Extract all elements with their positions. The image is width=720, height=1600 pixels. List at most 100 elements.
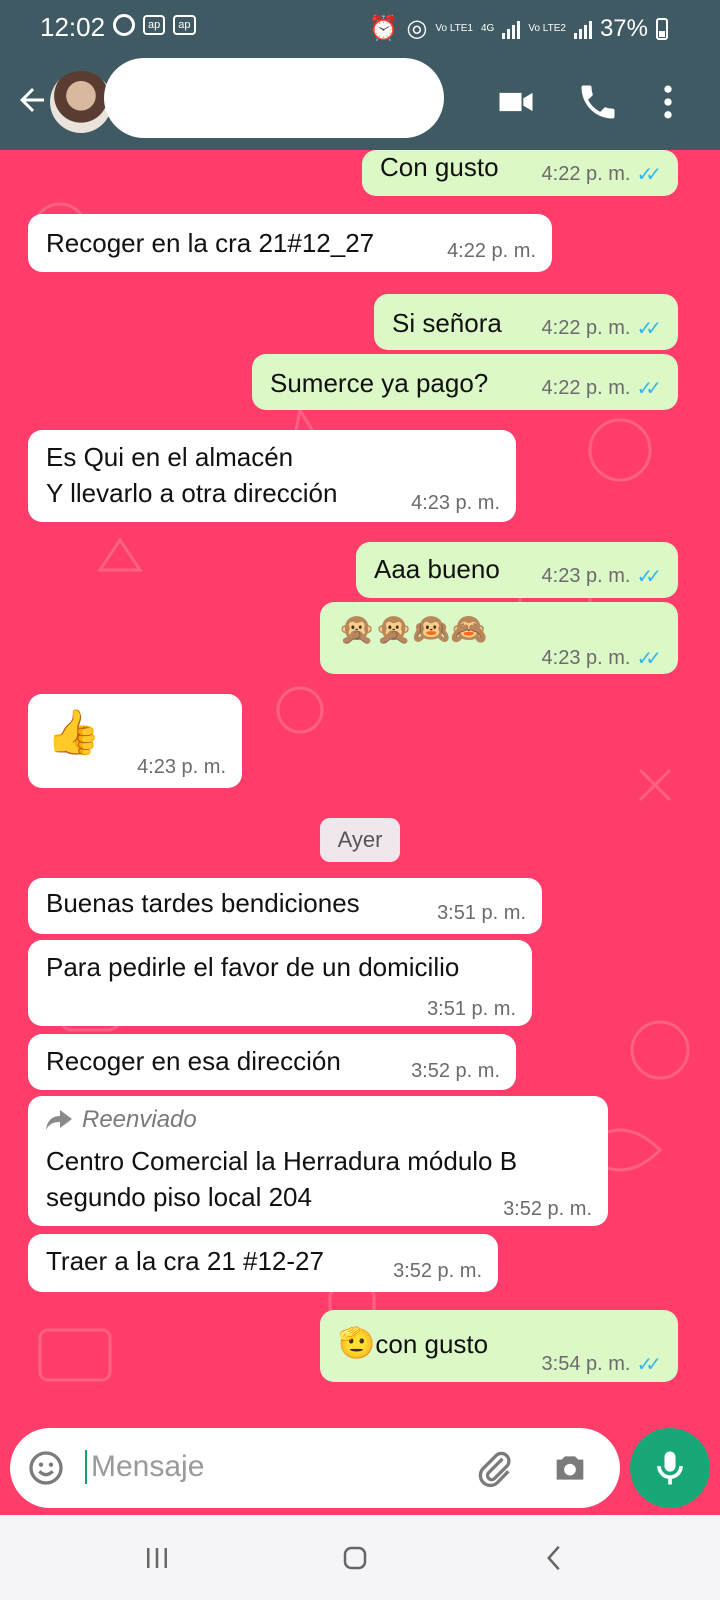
more-vert-icon[interactable] <box>646 80 690 124</box>
message-meta: 3:52 p. m. <box>393 1260 482 1283</box>
message-time: 4:23 p. m. <box>541 647 631 669</box>
system-nav-bar <box>0 1515 720 1600</box>
message-out[interactable]: Si señora 4:22 p. m. ✓✓ <box>374 294 678 350</box>
double-check-icon: ✓✓ <box>636 1354 661 1376</box>
recent-apps-icon[interactable] <box>142 1543 172 1573</box>
double-check-icon: ✓✓ <box>636 318 661 340</box>
message-meta: 3:52 p. m. <box>503 1198 592 1221</box>
message-meta: 4:23 p. m. <box>411 492 500 515</box>
mic-icon <box>657 1451 683 1485</box>
signal-icon <box>502 19 521 39</box>
status-right-icons: ⏰ ◎ Vo LTE1 4G Vo LTE2 37% <box>369 14 668 43</box>
message-time: 3:52 p. m. <box>411 1060 500 1082</box>
message-text: Aaa bueno <box>374 554 500 584</box>
message-in[interactable]: Es Qui en el almacén Y llevarlo a otra d… <box>28 430 516 522</box>
back-arrow-icon[interactable] <box>14 82 50 118</box>
video-call-icon[interactable] <box>494 80 538 124</box>
double-check-icon: ✓✓ <box>636 648 661 670</box>
battery-icon <box>656 17 668 40</box>
salute-emoji: 🫡 <box>338 1327 376 1360</box>
message-in[interactable]: Recoger en esa dirección 3:52 p. m. <box>28 1034 516 1090</box>
date-divider: Ayer <box>320 818 400 862</box>
forwarded-label: Reenviado <box>46 1106 197 1134</box>
message-in[interactable]: Recoger en la cra 21#12_27 4:22 p. m. <box>28 214 552 272</box>
alarm-icon: ⏰ <box>368 15 399 42</box>
double-check-icon: ✓✓ <box>636 378 661 400</box>
message-text: Sumerce ya pago? <box>270 368 489 398</box>
message-meta: 4:23 p. m. ✓✓ <box>542 564 662 589</box>
contact-name-redacted[interactable] <box>104 58 444 138</box>
camera-icon[interactable] <box>550 1448 590 1488</box>
message-text: 🫡con gusto <box>338 1326 488 1361</box>
message-text: Recoger en esa dirección <box>46 1046 341 1076</box>
message-emoji: 🙊🙊🙉🙈 <box>338 613 488 646</box>
double-check-icon: ✓✓ <box>636 164 661 186</box>
message-text: Si señora <box>392 308 502 338</box>
message-out[interactable]: 🫡con gusto 3:54 p. m. ✓✓ <box>320 1310 678 1382</box>
chrome-icon <box>113 14 135 36</box>
contact-avatar[interactable] <box>50 71 112 133</box>
thumbs-up-emoji: 👍 <box>46 708 101 757</box>
message-time: 4:22 p. m. <box>541 377 631 399</box>
status-left-icons: ap ap <box>113 14 196 36</box>
message-meta: 3:51 p. m. <box>437 902 526 925</box>
message-time: 3:52 p. m. <box>503 1198 592 1220</box>
forwarded-text: Reenviado <box>82 1106 197 1133</box>
message-out[interactable]: 🙊🙊🙉🙈 4:23 p. m. ✓✓ <box>320 602 678 674</box>
double-check-icon: ✓✓ <box>636 566 661 588</box>
sim1-label: Vo LTE1 <box>435 23 473 34</box>
message-time: 3:52 p. m. <box>393 1260 482 1282</box>
sim2-label: Vo LTE2 <box>528 23 566 34</box>
forward-icon <box>46 1110 72 1130</box>
message-time: 4:23 p. m. <box>541 565 631 587</box>
notification-badge-icon: ap <box>173 15 196 35</box>
message-time: 4:22 p. m. <box>447 240 536 262</box>
signal-icon <box>573 19 592 39</box>
back-nav-icon[interactable] <box>540 1543 570 1573</box>
mic-button[interactable] <box>630 1428 710 1508</box>
message-text: Con gusto <box>380 152 499 182</box>
message-out[interactable]: Sumerce ya pago? 4:22 p. m. ✓✓ <box>252 354 678 410</box>
message-text: Buenas tardes bendiciones <box>46 888 360 918</box>
message-meta: 3:54 p. m. ✓✓ <box>542 1352 662 1377</box>
battery-percent: 37% <box>599 14 648 42</box>
message-text: con gusto <box>375 1329 489 1359</box>
message-time: 4:22 p. m. <box>541 317 631 339</box>
message-in[interactable]: Buenas tardes bendiciones 3:51 p. m. <box>28 878 542 934</box>
message-text: Y llevarlo a otra dirección <box>46 478 338 508</box>
notification-badge-icon: ap <box>143 15 166 35</box>
message-meta: 3:52 p. m. <box>411 1060 500 1083</box>
message-text: Recoger en la cra 21#12_27 <box>46 228 375 258</box>
message-meta: 4:23 p. m. <box>137 756 226 779</box>
message-text: Es Qui en el almacén <box>46 442 294 472</box>
message-time: 4:23 p. m. <box>411 492 500 514</box>
message-meta: 4:22 p. m. ✓✓ <box>542 376 662 401</box>
attach-icon[interactable] <box>475 1448 515 1488</box>
message-in-forwarded[interactable]: Reenviado Centro Comercial la Herradura … <box>28 1096 608 1226</box>
message-time: 4:23 p. m. <box>137 756 226 778</box>
message-meta: 4:22 p. m. ✓✓ <box>542 162 662 187</box>
message-time: 3:54 p. m. <box>541 1353 631 1375</box>
message-input-bar[interactable]: Mensaje <box>10 1428 620 1508</box>
message-in[interactable]: Traer a la cra 21 #12-27 3:52 p. m. <box>28 1234 498 1292</box>
home-icon[interactable] <box>340 1543 370 1573</box>
chat-area[interactable]: Con gusto 4:22 p. m. ✓✓ Recoger en la cr… <box>0 150 720 1420</box>
phone-icon[interactable] <box>576 80 620 124</box>
message-time: 3:51 p. m. <box>437 902 526 924</box>
message-in[interactable]: 👍 4:23 p. m. <box>28 694 242 788</box>
message-input[interactable]: Mensaje <box>85 1450 204 1484</box>
emoji-icon[interactable] <box>26 1448 66 1488</box>
message-in[interactable]: Para pedirle el favor de un domicilio 3:… <box>28 940 532 1026</box>
message-text: segundo piso local 204 <box>46 1182 312 1212</box>
message-out[interactable]: Aaa bueno 4:23 p. m. ✓✓ <box>356 542 678 598</box>
message-text: Traer a la cra 21 #12-27 <box>46 1246 324 1276</box>
top-bar: 12:02 ap ap ⏰ ◎ Vo LTE1 4G Vo LTE2 37% <box>0 0 720 150</box>
message-meta: 4:22 p. m. ✓✓ <box>542 316 662 341</box>
network-type: 4G <box>480 23 495 34</box>
message-meta: 4:22 p. m. <box>447 240 536 263</box>
status-time: 12:02 <box>40 12 106 42</box>
status-bar: 12:02 ap ap ⏰ ◎ Vo LTE1 4G Vo LTE2 37% <box>0 0 720 55</box>
message-text: Centro Comercial la Herradura módulo B <box>46 1146 518 1176</box>
message-meta: 3:51 p. m. <box>427 998 516 1021</box>
message-out[interactable]: Con gusto 4:22 p. m. ✓✓ <box>362 150 678 196</box>
